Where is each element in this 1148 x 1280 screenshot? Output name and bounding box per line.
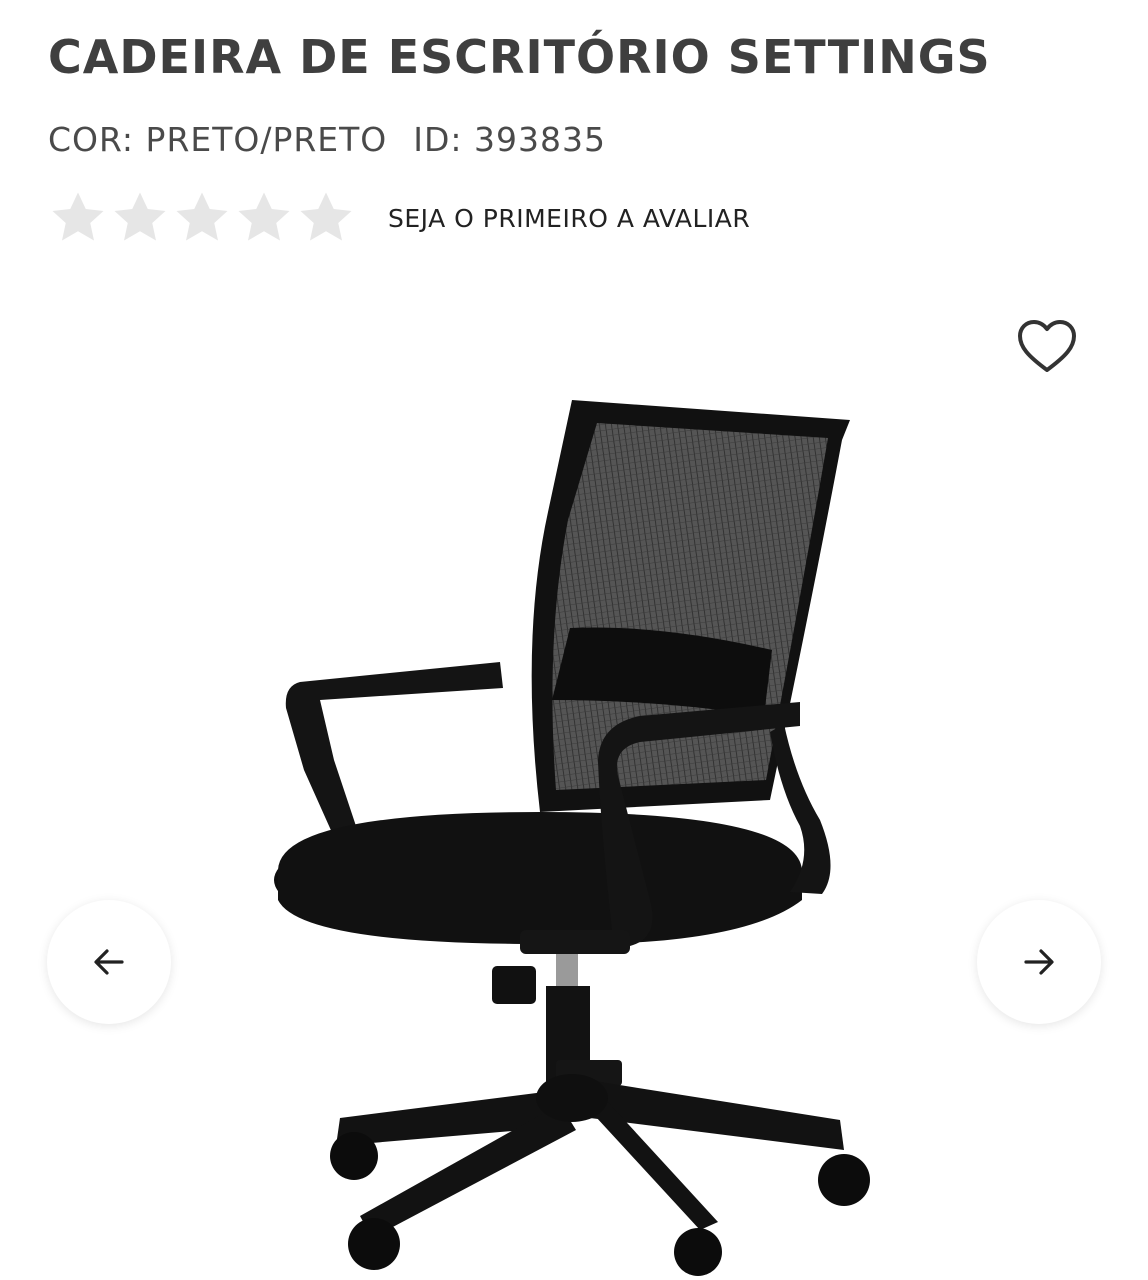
favorite-button[interactable] [1014, 316, 1080, 376]
product-meta: COR: PRETO/PRETO ID: 393835 [48, 120, 606, 159]
product-gallery [0, 280, 1148, 1280]
gallery-next-button[interactable] [977, 900, 1101, 1024]
rating-stars[interactable] [48, 188, 356, 248]
star-icon[interactable] [234, 188, 294, 248]
rating-row: SEJA O PRIMEIRO A AVALIAR [48, 186, 750, 250]
arrow-right-icon [1024, 949, 1054, 975]
arrow-left-icon [94, 949, 124, 975]
product-image [274, 400, 870, 1276]
first-review-link[interactable]: SEJA O PRIMEIRO A AVALIAR [388, 204, 750, 233]
star-icon[interactable] [296, 188, 356, 248]
product-color: COR: PRETO/PRETO [48, 120, 388, 159]
heart-outline-icon [1018, 320, 1076, 372]
product-id: ID: 393835 [413, 120, 607, 159]
star-icon[interactable] [172, 188, 232, 248]
star-icon[interactable] [48, 188, 108, 248]
product-title: CADEIRA DE ESCRITÓRIO SETTINGS [48, 30, 991, 84]
gallery-prev-button[interactable] [47, 900, 171, 1024]
star-icon[interactable] [110, 188, 170, 248]
